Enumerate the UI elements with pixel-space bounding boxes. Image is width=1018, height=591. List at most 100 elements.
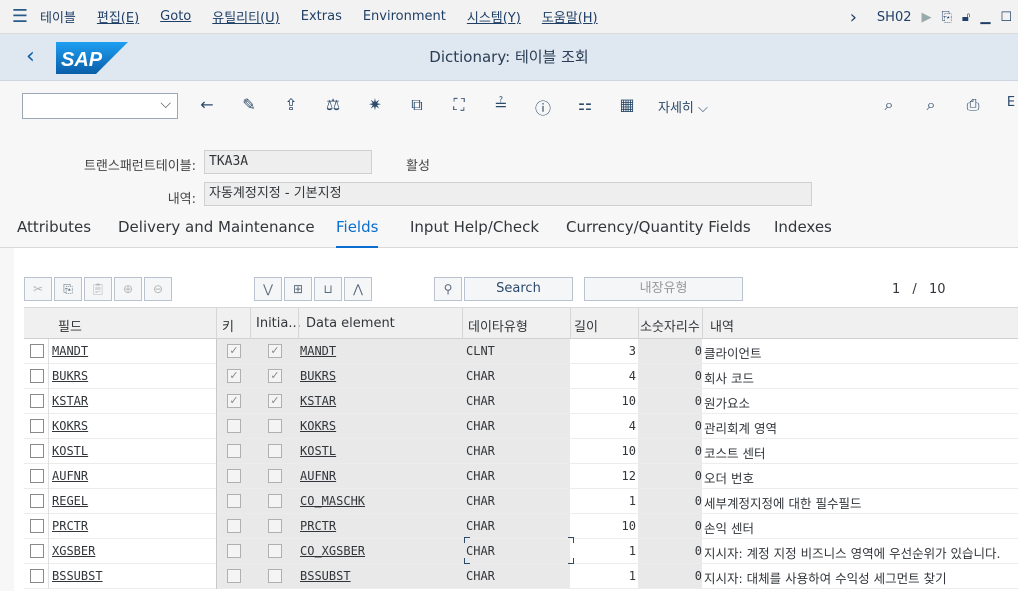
field-name-cell[interactable]: PRCTR xyxy=(52,519,88,533)
field-name-cell[interactable]: KOSTL xyxy=(52,444,88,458)
field-name-cell[interactable]: KSTAR xyxy=(52,394,88,408)
length-cell[interactable]: 10 xyxy=(572,444,636,458)
decimals-cell[interactable]: 0 xyxy=(640,494,702,508)
description-field[interactable]: 자동계정지정 - 기본지정 xyxy=(204,182,812,206)
col-header-data-type[interactable]: 데이타유형 xyxy=(468,316,528,335)
data-type-cell[interactable]: CHAR xyxy=(466,419,495,433)
field-name-cell[interactable]: AUFNR xyxy=(52,469,88,483)
menu-utilities[interactable]: 유틸리티(U) xyxy=(212,7,280,26)
decimals-cell[interactable]: 0 xyxy=(640,544,702,558)
search-plus-icon[interactable]: ⌕ xyxy=(920,95,942,115)
decimals-cell[interactable]: 0 xyxy=(640,369,702,383)
table-row[interactable]: PRCTR PRCTR CHAR 10 0 손익 센터 xyxy=(24,514,1018,539)
search-icon[interactable]: ⌕ xyxy=(878,95,900,115)
data-type-cell[interactable]: CHAR xyxy=(466,519,495,533)
table-row[interactable]: KOSTL KOSTL CHAR 10 0 코스트 센터 xyxy=(24,439,1018,464)
delete-row-icon[interactable]: ⊖ xyxy=(144,277,172,301)
description-cell[interactable]: 클라이언트 xyxy=(704,343,762,362)
search-key-icon[interactable]: ⚲ xyxy=(434,277,462,301)
row-selector[interactable] xyxy=(30,519,44,533)
description-cell[interactable]: 지시자: 대체를 사용하여 수익성 세그먼트 찾기 xyxy=(704,568,947,587)
command-field[interactable]: ⌵ xyxy=(22,93,178,119)
field-name-cell[interactable]: REGEL xyxy=(52,494,88,508)
data-element-link[interactable]: MANDT xyxy=(300,344,336,358)
collapse-up-icon[interactable]: ⋀ xyxy=(344,277,372,301)
length-cell[interactable]: 12 xyxy=(572,469,636,483)
layout-icon[interactable]: ⎘ xyxy=(942,10,952,25)
tab-delivery-maintenance[interactable]: Delivery and Maintenance xyxy=(118,218,315,236)
description-cell[interactable]: 원가요소 xyxy=(704,393,750,412)
data-element-link[interactable]: PRCTR xyxy=(300,519,336,533)
description-cell[interactable]: 세부계정지정에 대한 필수필드 xyxy=(704,493,861,512)
col-header-data-element[interactable]: Data element xyxy=(306,316,395,331)
col-header-length[interactable]: 길이 xyxy=(574,316,598,335)
paste-icon[interactable]: 📋︎ xyxy=(84,277,112,301)
length-cell[interactable]: 4 xyxy=(572,419,636,433)
data-type-cell[interactable]: CHAR xyxy=(466,369,495,383)
decimals-cell[interactable]: 0 xyxy=(640,569,702,583)
tab-currency-quantity[interactable]: Currency/Quantity Fields xyxy=(566,218,751,236)
length-cell[interactable]: 1 xyxy=(572,544,636,558)
data-type-cell[interactable]: CHAR xyxy=(466,444,495,458)
more-details-menu[interactable]: 자세히 ⌵ xyxy=(658,97,708,116)
decimals-cell[interactable]: 0 xyxy=(640,444,702,458)
row-selector[interactable] xyxy=(30,419,44,433)
row-selector[interactable] xyxy=(30,344,44,358)
data-element-link[interactable]: KOKRS xyxy=(300,419,336,433)
cut-icon[interactable]: ✂ xyxy=(24,277,52,301)
hierarchy-icon[interactable]: ⛶ xyxy=(448,95,470,115)
data-type-cell[interactable]: CHAR xyxy=(466,394,495,408)
data-type-cell[interactable]: CLNT xyxy=(466,344,495,358)
data-type-cell[interactable]: CHAR xyxy=(466,569,495,583)
col-header-initial[interactable]: Initia... xyxy=(256,316,301,331)
decimals-cell[interactable]: 0 xyxy=(640,469,702,483)
table-row[interactable]: BUKRS ✓ ✓ BUKRS CHAR 4 0 회사 코드 xyxy=(24,364,1018,389)
table-row[interactable]: REGEL CO_MASCHK CHAR 1 0 세부계정지정에 대한 필수필드 xyxy=(24,489,1018,514)
magic-wand-icon[interactable]: ✷ xyxy=(364,95,386,114)
field-name-cell[interactable]: BSSUBST xyxy=(52,569,103,583)
menu-edit[interactable]: 편집(E) xyxy=(97,7,139,26)
data-element-link[interactable]: CO_XGSBER xyxy=(300,544,365,558)
menu-help[interactable]: 도움말(H) xyxy=(542,7,598,26)
col-header-field[interactable]: 필드 xyxy=(58,316,82,335)
builtin-type-button[interactable]: 내장유형 xyxy=(584,277,743,301)
length-cell[interactable]: 10 xyxy=(572,519,636,533)
row-selector[interactable] xyxy=(30,544,44,558)
check-icon[interactable]: ⚖ xyxy=(322,95,344,114)
col-header-key[interactable]: 키 xyxy=(222,316,234,335)
row-selector[interactable] xyxy=(30,369,44,383)
data-element-link[interactable]: BUKRS xyxy=(300,369,336,383)
back-chevron-icon[interactable]: ‹ xyxy=(26,44,35,69)
back-arrow-icon[interactable]: ← xyxy=(196,95,218,114)
info-icon[interactable]: ⓘ xyxy=(532,95,554,119)
data-element-link[interactable]: AUFNR xyxy=(300,469,336,483)
play-icon[interactable]: ▶ xyxy=(922,10,932,25)
tray-icon[interactable]: ⊔ xyxy=(314,277,342,301)
row-selector[interactable] xyxy=(30,394,44,408)
length-cell[interactable]: 1 xyxy=(572,494,636,508)
table-row[interactable]: BSSUBST BSSUBST CHAR 1 0 지시자: 대체를 사용하여 수익성 세그… xyxy=(24,564,1018,589)
length-cell[interactable]: 1 xyxy=(572,569,636,583)
print-icon[interactable]: ⎙ xyxy=(962,95,984,115)
data-element-link[interactable]: KSTAR xyxy=(300,394,336,408)
description-cell[interactable]: 오더 번호 xyxy=(704,468,754,487)
tab-input-help-check[interactable]: Input Help/Check xyxy=(410,218,539,236)
decimals-cell[interactable]: 0 xyxy=(640,519,702,533)
field-name-cell[interactable]: MANDT xyxy=(52,344,88,358)
expand-block-icon[interactable]: ⊞ xyxy=(284,277,312,301)
row-selector[interactable] xyxy=(30,444,44,458)
field-name-cell[interactable]: KOKRS xyxy=(52,419,88,433)
menu-extras[interactable]: Extras xyxy=(301,9,342,24)
menu-environment[interactable]: Environment xyxy=(363,9,446,24)
description-cell[interactable]: 관리회계 영역 xyxy=(704,418,777,437)
exit-icon[interactable]: E xyxy=(1000,95,1018,110)
data-type-cell[interactable]: CHAR xyxy=(466,469,495,483)
decimals-cell[interactable]: 0 xyxy=(640,344,702,358)
description-cell[interactable]: 지시자: 계정 지정 비즈니스 영역에 우선순위가 있습니다. xyxy=(704,543,1001,562)
data-element-link[interactable]: KOSTL xyxy=(300,444,336,458)
collapse-down-icon[interactable]: ⋁ xyxy=(254,277,282,301)
description-cell[interactable]: 코스트 센터 xyxy=(704,443,765,462)
row-selector[interactable] xyxy=(30,494,44,508)
decimals-cell[interactable]: 0 xyxy=(640,394,702,408)
hamburger-menu-icon[interactable]: ☰ xyxy=(0,6,40,27)
